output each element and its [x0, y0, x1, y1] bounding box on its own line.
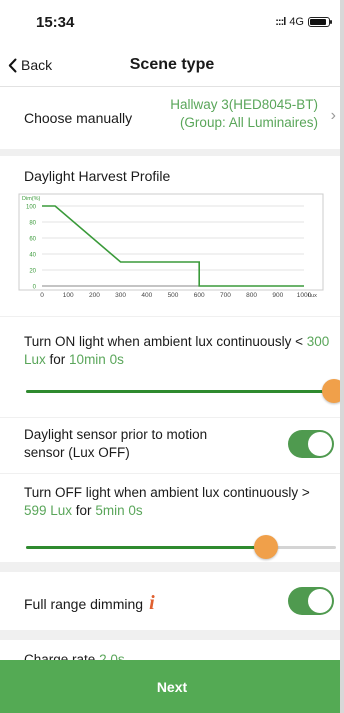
turn-off-lux-value[interactable]: 599 Lux — [24, 503, 72, 518]
chevron-right-icon: › — [330, 107, 336, 124]
y-axis-label: Dim(%) — [22, 196, 40, 202]
profile-line — [42, 205, 304, 287]
y-tick-label: 80 — [29, 221, 36, 227]
daylight-sensor-row: Daylight sensor prior to motion sensor (… — [0, 418, 344, 473]
full-range-label-wrap: Full range dimming i — [24, 592, 155, 615]
x-tick-label: 200 — [89, 292, 100, 299]
x-tick-label: 500 — [168, 292, 179, 299]
turn-off-slider[interactable] — [26, 535, 336, 559]
scroll-edge — [340, 0, 344, 713]
daylight-profile-card: Daylight Harvest Profile 0 20 40 60 80 100 0 10… — [0, 156, 344, 316]
turn-on-slider[interactable] — [26, 379, 344, 403]
choose-manually-row[interactable]: Choose manually Hallway 3(HED8045-BT) (G… — [0, 87, 344, 149]
x-axis-label: Lux — [308, 293, 317, 299]
y-tick-label: 20 — [29, 269, 36, 275]
y-tick-label: 100 — [26, 205, 37, 211]
turn-off-text: Turn OFF light when ambient lux continuo… — [24, 484, 336, 520]
turn-on-text: Turn ON light when ambient lux continuou… — [24, 333, 338, 369]
chart-frame — [18, 193, 324, 291]
profile-label: Daylight Harvest Profile — [24, 168, 171, 184]
turn-on-slider-fill — [26, 390, 335, 393]
selected-luminaire-name: Hallway 3(HED8045-BT) — [170, 97, 318, 112]
x-tick-label: 0 — [40, 292, 44, 299]
next-button[interactable]: Next — [0, 660, 344, 713]
x-tick-label: 300 — [115, 292, 126, 299]
y-tick-label: 40 — [29, 253, 36, 259]
chevron-left-icon — [8, 58, 17, 72]
battery-icon — [308, 17, 332, 27]
network-label: 4G — [289, 16, 304, 28]
y-tick-label: 60 — [29, 237, 36, 243]
choose-manually-label: Choose manually — [24, 110, 133, 126]
turn-on-lux-unit: Lux — [24, 352, 46, 367]
x-tick-label: 900 — [272, 292, 283, 299]
x-tick-label: 800 — [246, 292, 257, 299]
turn-off-section: Turn OFF light when ambient lux continuo… — [0, 474, 344, 562]
x-tick-label: 100 — [63, 292, 74, 299]
signal-icon: :::l — [275, 16, 286, 28]
full-range-label: Full range dimming — [24, 595, 144, 612]
back-button[interactable]: Back — [8, 57, 52, 73]
turn-on-lux-value[interactable]: 300 — [307, 334, 330, 349]
turn-on-for: for — [45, 352, 70, 367]
turn-on-duration[interactable]: 10min 0s — [69, 352, 124, 367]
status-time: 15:34 — [36, 13, 75, 31]
status-bar: 15:34 :::l 4G — [0, 0, 344, 44]
full-range-toggle[interactable] — [288, 587, 334, 615]
selected-luminaire: Hallway 3(HED8045-BT) (Group: All Lumina… — [170, 96, 318, 132]
x-tick-label: 600 — [194, 292, 205, 299]
status-indicators: :::l 4G — [275, 16, 332, 28]
x-tick-label: 700 — [220, 292, 231, 299]
info-icon[interactable]: i — [149, 592, 155, 615]
turn-off-slider-handle[interactable] — [254, 535, 279, 559]
turn-off-for: for — [72, 503, 96, 518]
turn-on-prefix: Turn ON light when ambient lux continuou… — [24, 334, 307, 349]
turn-off-prefix: Turn OFF light when ambient lux continuo… — [24, 485, 310, 500]
nav-bar: Back Scene type — [0, 44, 344, 87]
back-label: Back — [21, 57, 53, 73]
turn-on-section: Turn ON light when ambient lux continuou… — [0, 317, 344, 417]
x-tick-label: 400 — [141, 292, 152, 299]
turn-off-slider-fill — [26, 546, 267, 549]
daylight-sensor-label: Daylight sensor prior to motion sensor (… — [24, 427, 208, 460]
daylight-profile-chart: 0204060801000 100 200 300 400 500 600 700 800 900… — [18, 193, 324, 299]
full-range-dimming-row: Full range dimming i — [0, 572, 344, 630]
daylight-sensor-toggle[interactable] — [288, 430, 334, 458]
turn-off-duration[interactable]: 5min 0s — [95, 503, 142, 518]
selected-luminaire-group: (Group: All Luminaires) — [179, 115, 318, 130]
